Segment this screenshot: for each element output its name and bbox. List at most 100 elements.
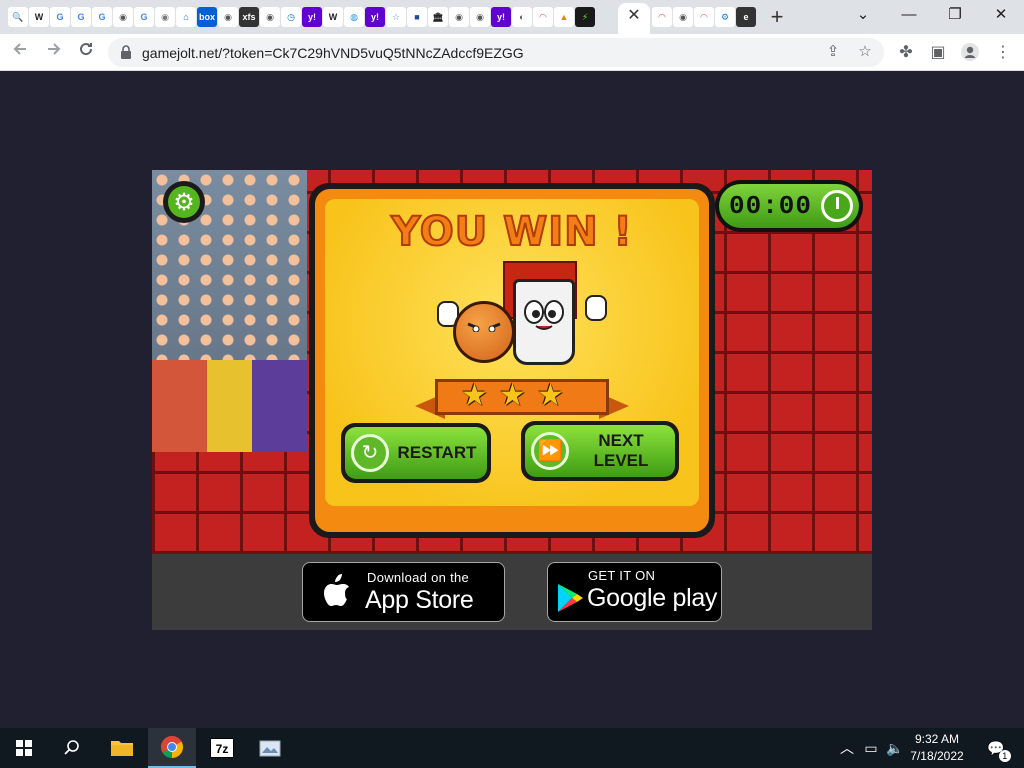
star-favicon[interactable]: ☆ — [386, 7, 406, 27]
rainbow-favicon[interactable]: ◠ — [533, 7, 553, 27]
characters-illustration — [435, 261, 615, 381]
globe-favicon[interactable]: ◉ — [113, 7, 133, 27]
reload-button[interactable] — [74, 40, 98, 64]
forward-button[interactable] — [42, 40, 66, 64]
e-favicon[interactable]: e — [736, 7, 756, 27]
globe-favicon[interactable]: ◉ — [449, 7, 469, 27]
chrome-icon — [161, 736, 183, 758]
app-taskbar-button[interactable] — [246, 728, 294, 768]
restart-button[interactable]: ↻ RESTART — [341, 423, 491, 483]
reload-icon — [80, 43, 93, 56]
yahoo-favicon[interactable]: y! — [491, 7, 511, 27]
globe-favicon[interactable]: ◉ — [155, 7, 175, 27]
game-canvas[interactable]: ⚙ 00:00 YOU WIN ! ★ ★ ★ ↻ RESTART ⏩ NEXT… — [152, 170, 872, 554]
close-tab-icon[interactable]: ✕ — [624, 6, 644, 26]
google-favicon[interactable]: G — [92, 7, 112, 27]
clock-date: 7/18/2022 — [910, 749, 964, 763]
globe-favicon[interactable]: ◉ — [673, 7, 693, 27]
settings-button[interactable]: ⚙ — [163, 181, 205, 223]
profile-avatar-icon[interactable] — [959, 42, 981, 64]
google-favicon[interactable]: G — [134, 7, 154, 27]
wikipedia-favicon[interactable]: W — [323, 7, 343, 27]
timer-value: 00:00 — [729, 191, 813, 221]
next-level-label: NEXT LEVEL — [593, 431, 649, 470]
address-bar[interactable]: gamejolt.net/?token=Ck7C29hVND5vuQ5tNNcZ… — [108, 38, 884, 67]
browser-toolbar: gamejolt.net/?token=Ck7C29hVND5vuQ5tNNcZ… — [0, 34, 1024, 71]
building-favicon[interactable]: 🏛 — [428, 7, 448, 27]
7zip-icon: 7z — [210, 738, 234, 758]
windows-logo-icon — [16, 740, 32, 756]
folder-icon — [111, 741, 133, 756]
google-play-big-text: Google play — [587, 584, 718, 612]
search-favicon[interactable]: 🔍 — [8, 7, 28, 27]
tab-strip: 🔍 W G G G ◉ G ◉ ⌂ box ◉ xfs ◉ ◷ y! W ◍ y! ☆ ■ 🏛 ◉ ◉ y! ◐ ◠ ▲ ⚡ ✕ ◠ ◉… — [0, 0, 1024, 34]
store-badges-bar: Download on the App Store GET IT ON Goog… — [152, 554, 872, 630]
taskbar-clock[interactable]: 9:32 AM 7/18/2022 — [896, 731, 978, 765]
rainbow-favicon[interactable]: ◠ — [652, 7, 672, 27]
bookmark-star-icon[interactable]: ☆ — [856, 43, 874, 61]
star-rating: ★ ★ ★ — [461, 381, 567, 411]
yahoo-favicon[interactable]: y! — [302, 7, 322, 27]
google-play-icon — [558, 584, 583, 612]
gear-icon: ⚙ — [168, 186, 200, 218]
chrome-taskbar-button[interactable] — [148, 728, 196, 768]
new-tab-button[interactable]: + — [766, 6, 788, 28]
search-button[interactable] — [48, 728, 96, 768]
win-dialog: YOU WIN ! ★ ★ ★ ↻ RESTART ⏩ NEXT LEVEL — [309, 183, 715, 538]
restart-icon: ↻ — [351, 434, 389, 472]
wikipedia-favicon[interactable]: W — [29, 7, 49, 27]
star-icon: ★ — [499, 379, 526, 412]
google-favicon[interactable]: G — [71, 7, 91, 27]
url-text[interactable]: gamejolt.net/?token=Ck7C29hVND5vuQ5tNNcZ… — [142, 45, 524, 61]
yahoo-favicon[interactable]: y! — [365, 7, 385, 27]
lock-icon[interactable] — [120, 45, 132, 59]
share-icon[interactable]: ⇪ — [824, 43, 842, 61]
clock-time: 9:32 AM — [914, 732, 960, 746]
7zip-taskbar-button[interactable]: 7z — [198, 728, 246, 768]
tray-chevron-icon[interactable]: ︿ — [838, 738, 856, 758]
gear-favicon[interactable]: ⚙ — [715, 7, 735, 27]
app-store-big-text: App Store — [365, 586, 474, 614]
restore-button[interactable]: ❐ — [940, 4, 970, 26]
star-icon: ★ — [537, 379, 564, 412]
globe-favicon[interactable]: ◉ — [470, 7, 490, 27]
minimize-button[interactable]: — — [894, 4, 924, 26]
tab-search-button[interactable]: ⌄ — [848, 4, 878, 26]
windows-taskbar: 7z ︿ ▭ 🔈 9:32 AM 7/18/2022 💬 1 — [0, 728, 1024, 768]
google-play-badge[interactable]: GET IT ON Google play — [547, 562, 722, 622]
globe-favicon[interactable]: ◍ — [344, 7, 364, 27]
globe-favicon[interactable]: ◉ — [218, 7, 238, 27]
back-arrow-icon — [13, 43, 26, 55]
start-button[interactable] — [0, 728, 48, 768]
home-favicon[interactable]: ⌂ — [176, 7, 196, 27]
stopwatch-icon — [821, 190, 853, 222]
app-store-small-text: Download on the — [367, 570, 470, 585]
side-panel-icon[interactable]: ▣ — [927, 42, 949, 64]
google-favicon[interactable]: G — [50, 7, 70, 27]
globe-favicon[interactable]: ◉ — [260, 7, 280, 27]
gamejolt-favicon[interactable]: ⚡ — [575, 7, 595, 27]
timer-display: 00:00 — [715, 180, 863, 232]
close-window-button[interactable]: ✕ — [986, 4, 1016, 26]
tent-favicon[interactable]: ▲ — [554, 7, 574, 27]
xfs-favicon[interactable]: xfs — [239, 7, 259, 27]
box-favicon[interactable]: box — [197, 7, 217, 27]
forward-arrow-icon — [48, 43, 61, 55]
next-level-button[interactable]: ⏩ NEXT LEVEL — [521, 421, 679, 481]
avatar — [961, 43, 979, 61]
win-title: YOU WIN ! — [390, 208, 633, 256]
app-store-badge[interactable]: Download on the App Store — [302, 562, 505, 622]
rainbow-favicon[interactable]: ◠ — [694, 7, 714, 27]
notifications-icon[interactable]: 💬 1 — [984, 738, 1011, 762]
extensions-icon[interactable]: ✤ — [895, 42, 917, 64]
file-explorer-button[interactable] — [98, 728, 146, 768]
cup-character — [513, 279, 575, 365]
basketball-character — [453, 301, 515, 363]
app-window-icon — [259, 740, 281, 757]
history-favicon[interactable]: ◷ — [281, 7, 301, 27]
globe-favicon[interactable]: ◐ — [512, 7, 532, 27]
square-favicon[interactable]: ■ — [407, 7, 427, 27]
browser-menu-icon[interactable]: ⋮ — [992, 42, 1014, 64]
back-button[interactable] — [8, 40, 32, 64]
network-icon[interactable]: ▭ — [862, 738, 880, 758]
